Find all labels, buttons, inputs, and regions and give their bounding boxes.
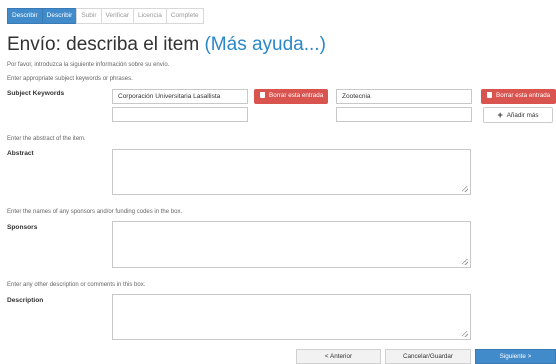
progress-steps: Describir Describir Subir Verificar Lice… <box>7 8 204 24</box>
step-describir-1[interactable]: Describir <box>7 8 43 24</box>
abstract-label: Abstract <box>7 150 34 157</box>
add-more-button[interactable]: + Añadir más <box>483 107 553 123</box>
keyword-input-2[interactable]: Zootecnia <box>336 89 472 104</box>
delete-entry-button-2[interactable]: Borrar esta entrada <box>481 89 556 104</box>
keyword-input-1[interactable]: Corporación Universitaria Lasallista <box>112 89 248 104</box>
delete-entry-label: Borrar esta entrada <box>269 92 324 99</box>
abstract-textarea[interactable] <box>112 149 471 195</box>
delete-entry-label: Borrar esta entrada <box>496 92 551 99</box>
keywords-hint: Enter appropriate subject keywords or ph… <box>7 76 133 82</box>
description-label: Description <box>7 297 44 304</box>
resize-handle[interactable] <box>462 259 468 265</box>
trash-icon <box>260 92 265 98</box>
step-complete[interactable]: Complete <box>165 8 204 24</box>
keyword-input-3[interactable] <box>112 107 248 122</box>
description-textarea[interactable] <box>112 294 471 340</box>
sponsors-textarea[interactable] <box>112 221 471 268</box>
page-title-text: Envío: describa el item <box>7 34 200 55</box>
add-more-label: Añadir más <box>506 112 539 119</box>
plus-icon: + <box>497 110 503 120</box>
resize-handle[interactable] <box>462 331 468 337</box>
sponsors-label: Sponsors <box>7 224 38 231</box>
intro-text: Por favor, introduzca la siguiente infor… <box>7 62 170 68</box>
trash-icon <box>487 92 492 98</box>
keyword-input-4[interactable] <box>336 107 472 122</box>
sponsors-hint: Enter the names of any sponsors and/or f… <box>7 209 183 215</box>
abstract-hint: Enter the abstract of the item. <box>7 136 86 142</box>
delete-entry-button-1[interactable]: Borrar esta entrada <box>254 89 328 104</box>
help-link[interactable]: (Más ayuda...) <box>204 34 325 55</box>
step-verificar[interactable]: Verificar <box>100 8 134 24</box>
step-describir-2[interactable]: Describir <box>41 8 78 24</box>
step-subir[interactable]: Subir <box>76 8 102 24</box>
step-licencia[interactable]: Licencia <box>132 8 167 24</box>
resize-handle[interactable] <box>462 186 468 192</box>
description-hint: Enter any other description or comments … <box>7 282 146 288</box>
page-title: Envío: describa el item (Más ayuda...) <box>7 33 326 57</box>
keywords-label: Subject Keywords <box>7 90 65 97</box>
